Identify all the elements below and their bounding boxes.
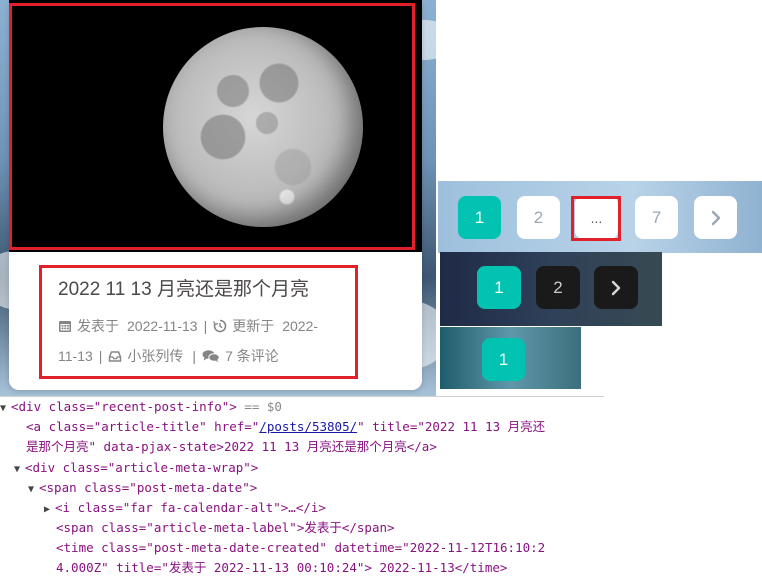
- article-title-link[interactable]: 2022 11 13 月亮还是那个月亮: [58, 274, 309, 301]
- dom-tag-text: <div class="article-meta-wrap">: [25, 460, 259, 475]
- moon-image: [163, 27, 363, 227]
- updated-date-part1: 2022-: [282, 318, 319, 334]
- page-button-7[interactable]: 7: [635, 196, 678, 239]
- devtools-elements-panel: ▼ <div class="recent-post-info"> == $0 <a…: [0, 396, 604, 584]
- meta-separator: |: [192, 348, 197, 364]
- dom-node-post-meta-date[interactable]: ▼ <span class="post-meta-date">: [28, 478, 257, 500]
- dom-tag-text: <span class="article-meta-label">发表于</sp…: [56, 520, 395, 535]
- page-button-2[interactable]: 2: [517, 196, 560, 239]
- dom-node-time-cont: 4.000Z" title="发表于 2022-11-13 00:10:24">…: [56, 558, 507, 578]
- post-cover-image[interactable]: [9, 0, 422, 252]
- dom-href-link[interactable]: /posts/53805/: [259, 419, 357, 434]
- published-date: 2022-11-13: [127, 318, 198, 334]
- collapse-triangle-icon[interactable]: ▼: [28, 480, 39, 500]
- recent-post-card: 2022 11 13 月亮还是那个月亮 发表于 2022-11-13 | 更新于…: [9, 0, 422, 390]
- next-page-button[interactable]: [594, 266, 638, 309]
- collapse-triangle-icon[interactable]: ▼: [0, 399, 11, 419]
- dom-node-time[interactable]: <time class="post-meta-date-created" dat…: [56, 538, 545, 558]
- pagination-light: 1 2 ... 7: [438, 181, 762, 253]
- page-button-1[interactable]: 1: [482, 338, 525, 381]
- dom-tag-text: <i class="far fa-calendar-alt">…</i>: [55, 500, 326, 515]
- dom-tag-text: <div class="recent-post-info">: [11, 399, 237, 414]
- dom-tag-text: <time class="post-meta-date-created" dat…: [56, 540, 546, 555]
- meta-separator: |: [98, 348, 103, 364]
- collapse-triangle-icon[interactable]: ▼: [14, 460, 25, 480]
- page-ellipsis: ...: [575, 196, 618, 239]
- article-meta-line-1: 发表于 2022-11-13 | 更新于 2022-: [58, 316, 318, 336]
- dom-tag-text: <span class="post-meta-date">: [39, 480, 258, 495]
- dom-node-calendar-icon[interactable]: ▶ <i class="far fa-calendar-alt">…</i>: [44, 498, 326, 520]
- chevron-right-icon: [611, 280, 621, 295]
- dom-node-article-title-cont: 是那个月亮" data-pjax-state>2022 11 13 月亮还是那个…: [26, 437, 437, 457]
- history-icon: [213, 319, 227, 333]
- page-button-2[interactable]: 2: [536, 266, 580, 309]
- article-meta-line-2: 11-13 | 小张列传 | 7 条评论: [58, 346, 279, 366]
- dom-tag-text: " title="2022 11 13 月亮还: [357, 419, 546, 434]
- dom-node-meta-label[interactable]: <span class="article-meta-label">发表于</sp…: [56, 518, 395, 538]
- dom-node-article-meta-wrap[interactable]: ▼ <div class="article-meta-wrap">: [14, 458, 258, 480]
- category-link[interactable]: 小张列传: [127, 346, 183, 366]
- page-button-1[interactable]: 1: [458, 196, 501, 239]
- expand-triangle-icon[interactable]: ▶: [44, 500, 55, 520]
- dom-tag-text: <a class="article-title" href=": [26, 419, 260, 434]
- comments-count-link[interactable]: 7 条评论: [225, 346, 279, 366]
- recent-post-info: 2022 11 13 月亮还是那个月亮 发表于 2022-11-13 | 更新于…: [9, 252, 422, 390]
- published-label: 发表于: [77, 318, 119, 334]
- updated-label: 更新于: [232, 318, 275, 334]
- updated-date-part2: 11-13: [58, 348, 93, 364]
- next-page-button[interactable]: [694, 196, 737, 239]
- pagination-dark: 1 2: [440, 252, 662, 326]
- chevron-right-icon: [711, 210, 720, 225]
- dom-tag-text: 是那个月亮" data-pjax-state>2022 11 13 月亮还是那个…: [26, 439, 437, 454]
- comments-icon: [202, 350, 220, 363]
- meta-separator: |: [203, 318, 208, 334]
- pagination-single: 1: [440, 327, 581, 389]
- calendar-icon: [59, 321, 71, 332]
- dom-tag-text: 4.000Z" title="发表于 2022-11-13 00:10:24">…: [56, 560, 508, 575]
- dom-node-recent-post-info[interactable]: ▼ <div class="recent-post-info"> == $0: [0, 397, 282, 419]
- inbox-icon: [109, 351, 122, 362]
- dom-node-article-title[interactable]: <a class="article-title" href="/posts/53…: [26, 417, 545, 437]
- selected-node-marker: == $0: [236, 399, 282, 414]
- page-button-1[interactable]: 1: [477, 266, 521, 309]
